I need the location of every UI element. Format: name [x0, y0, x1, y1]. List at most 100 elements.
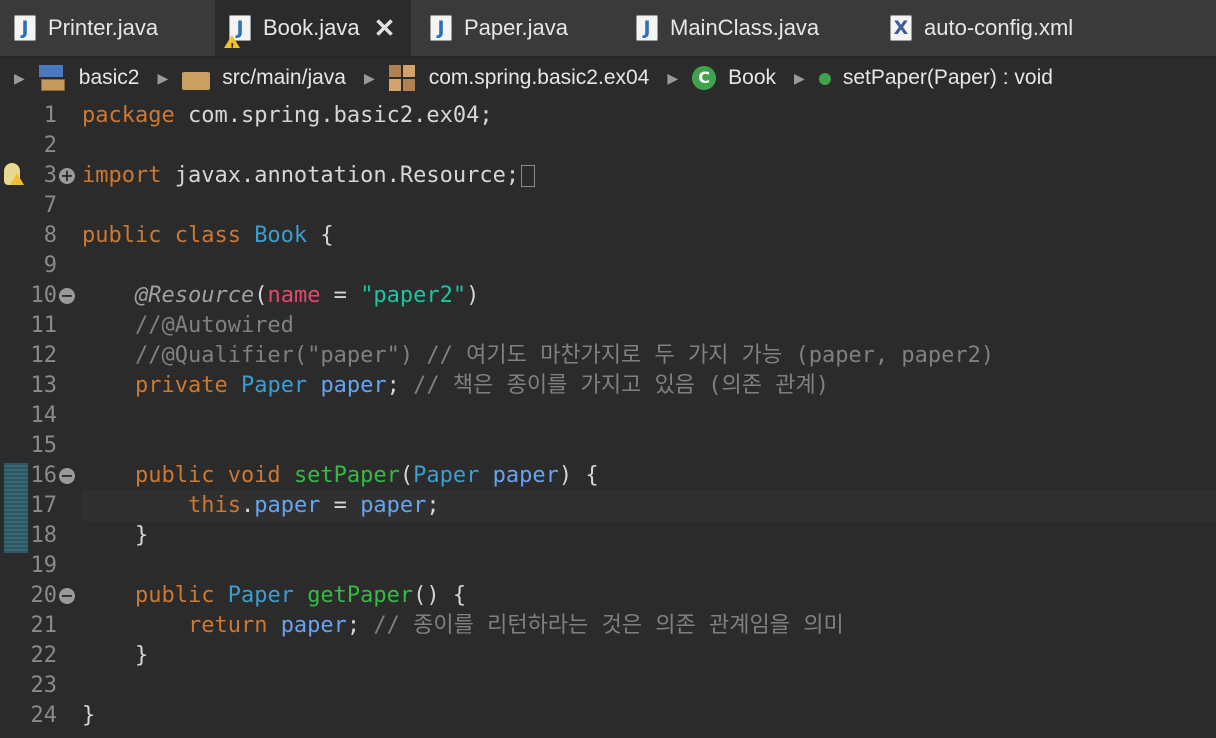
code-text: import javax.annotation.Resource; — [82, 161, 536, 191]
line-number: 15 — [30, 433, 58, 458]
code-line[interactable]: 8 public class Book { — [0, 221, 1216, 251]
package-icon — [388, 65, 417, 91]
code-text: } — [82, 643, 149, 668]
close-tab-icon[interactable]: ✕ — [374, 15, 396, 41]
breadcrumb-class-label: Book — [728, 66, 777, 89]
line-number: 13 — [30, 373, 58, 398]
chevron-right-icon: ▶ — [14, 69, 25, 86]
line-number: 19 — [30, 553, 58, 578]
collapse-fold-icon[interactable]: − — [59, 468, 75, 484]
line-number: 24 — [30, 703, 58, 728]
line-number: 23 — [30, 673, 58, 698]
java-file-icon: J — [636, 15, 658, 41]
line-number: 14 — [30, 403, 58, 428]
code-text: public class Book { — [82, 223, 334, 248]
code-line[interactable]: 9 — [0, 251, 1216, 281]
line-number: 11 — [30, 313, 58, 338]
tab-paper-java[interactable]: J Paper.java — [416, 0, 622, 56]
code-line[interactable]: 23 — [0, 671, 1216, 701]
breadcrumb-method[interactable]: setPaper(Paper) : void — [818, 66, 1053, 90]
chevron-right-icon: ▶ — [667, 69, 679, 86]
expand-fold-icon[interactable]: + — [59, 168, 75, 184]
java-file-icon: J — [14, 15, 36, 41]
code-text: @Resource(name = "paper2") — [134, 283, 480, 308]
code-text: package com.spring.basic2.ex04; — [82, 103, 493, 128]
line-number: 20 — [30, 583, 58, 608]
line-number: 9 — [43, 253, 57, 278]
class-icon: C — [692, 66, 717, 90]
line-number: 16 — [30, 463, 58, 488]
code-line[interactable]: 3 + import javax.annotation.Resource; — [0, 161, 1216, 191]
line-number: 7 — [43, 193, 57, 218]
tab-label: Book.java — [263, 15, 360, 40]
code-line[interactable]: 12 //@Qualifier("paper") // 여기도 마찬가지로 두 … — [0, 341, 1216, 371]
line-number: 22 — [30, 643, 58, 668]
tab-printer-java[interactable]: J Printer.java — [0, 0, 214, 56]
code-line[interactable]: 24} — [0, 701, 1216, 731]
line-number: 1 — [43, 103, 57, 128]
code-line[interactable]: 14 — [0, 401, 1216, 431]
breadcrumb-package-label: com.spring.basic2.ex04 — [428, 66, 650, 89]
code-text: return paper; // 종이를 리턴하라는 것은 의존 관계임을 의미 — [187, 613, 844, 638]
breadcrumb-class[interactable]: C Book — [692, 66, 776, 90]
code-line[interactable]: 18 } — [0, 521, 1216, 551]
code-line[interactable]: 13 private Paper paper; // 책은 종이를 가지고 있음… — [0, 371, 1216, 401]
chevron-right-icon: ▶ — [794, 69, 805, 86]
code-line[interactable]: 17 this.paper = paper; — [0, 491, 1216, 521]
tab-label: Printer.java — [48, 15, 159, 40]
code-line[interactable]: 15 — [0, 431, 1216, 461]
chevron-right-icon: ▶ — [363, 69, 375, 86]
code-editor[interactable]: 1 package com.spring.basic2.ex04; 2 3 + impor… — [0, 101, 1216, 738]
tab-book-java[interactable]: J Book.java ✕ — [215, 0, 411, 60]
code-text: //@Qualifier("paper") // 여기도 마찬가지로 두 가지 … — [82, 343, 995, 368]
tab-auto-config-xml[interactable]: X auto-config.xml — [876, 0, 1176, 56]
quick-fix-warning-icon[interactable] — [4, 163, 24, 185]
breadcrumb-project-label: basic2 — [78, 66, 140, 89]
code-line[interactable]: 2 — [0, 131, 1216, 161]
code-line[interactable]: 1 package com.spring.basic2.ex04; — [0, 101, 1216, 131]
breadcrumb-source-folder-label: src/main/java — [222, 66, 346, 89]
code-line[interactable]: 21 return paper; // 종이를 리턴하라는 것은 의존 관계임을… — [0, 611, 1216, 641]
code-text: public void setPaper(Paper paper) { — [134, 463, 599, 488]
code-text: private Paper paper; // 책은 종이를 가지고 있음 (의… — [134, 373, 829, 398]
code-text: } — [82, 523, 149, 548]
code-line[interactable]: 10− @Resource(name = "paper2") — [0, 281, 1216, 311]
breadcrumb-method-label: setPaper(Paper) : void — [842, 66, 1053, 89]
code-line[interactable]: 22 } — [0, 641, 1216, 671]
code-line[interactable]: 7 — [0, 191, 1216, 221]
line-number: 2 — [43, 133, 57, 158]
tab-label: Paper.java — [464, 15, 568, 40]
maven-project-icon — [38, 65, 67, 91]
breadcrumb: ▶ basic2 ▶ src/main/java ▶ com.spring.ba… — [0, 57, 1216, 99]
chevron-right-icon: ▶ — [157, 69, 169, 86]
line-number: 12 — [30, 343, 58, 368]
tab-label: auto-config.xml — [924, 15, 1074, 40]
code-text: this.paper = paper; — [187, 493, 440, 518]
breadcrumb-source-folder[interactable]: src/main/java — [182, 66, 346, 90]
java-file-icon: J — [430, 15, 452, 41]
tab-label: MainClass.java — [670, 15, 820, 40]
source-folder-icon — [182, 72, 211, 90]
code-text: //@Autowired — [82, 313, 294, 338]
breadcrumb-project[interactable]: basic2 — [38, 65, 140, 91]
line-number: 17 — [30, 493, 58, 518]
tab-mainclass-java[interactable]: J MainClass.java — [622, 0, 876, 56]
line-number: 18 — [30, 523, 58, 548]
line-number: 10 — [30, 283, 58, 308]
collapse-fold-icon[interactable]: − — [59, 288, 75, 304]
code-line[interactable]: 20− public Paper getPaper() { — [0, 581, 1216, 611]
xml-file-icon: X — [890, 15, 912, 41]
code-line[interactable]: 11 //@Autowired — [0, 311, 1216, 341]
line-number: 8 — [43, 223, 57, 248]
code-line[interactable]: 19 — [0, 551, 1216, 581]
code-text: public Paper getPaper() { — [134, 583, 467, 608]
code-text: } — [82, 703, 96, 728]
code-line[interactable]: 16− public void setPaper(Paper paper) { — [0, 461, 1216, 491]
public-method-icon — [818, 73, 831, 85]
collapse-fold-icon[interactable]: − — [59, 588, 75, 604]
breadcrumb-package[interactable]: com.spring.basic2.ex04 — [388, 65, 650, 91]
editor-tab-bar: J Printer.java J Book.java ✕ J Paper.jav… — [0, 0, 1216, 60]
java-file-warning-icon: J — [224, 15, 251, 60]
collapsed-imports-indicator[interactable] — [521, 165, 536, 187]
line-number: 21 — [30, 613, 58, 638]
